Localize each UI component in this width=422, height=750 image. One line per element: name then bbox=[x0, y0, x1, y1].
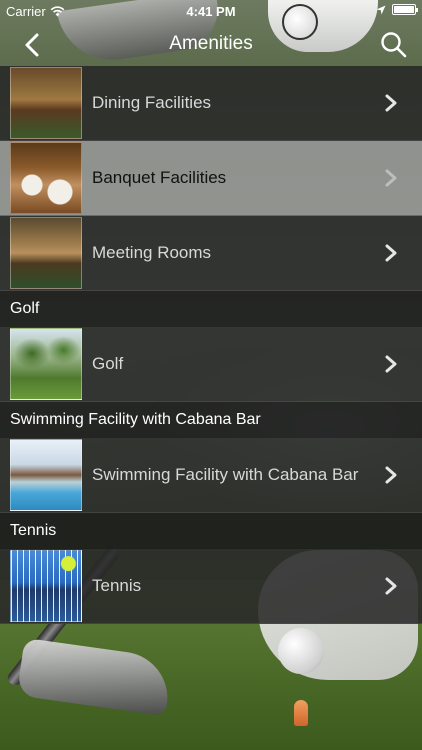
amenities-list: Dining Facilities Banquet Facilities Mee… bbox=[0, 66, 422, 624]
list-item-label: Tennis bbox=[92, 576, 142, 595]
list-item-label: Dining Facilities bbox=[92, 93, 212, 112]
status-time: 4:41 PM bbox=[186, 3, 236, 19]
section-header-swimming: Swimming Facility with Cabana Bar bbox=[0, 402, 422, 438]
location-arrow-icon bbox=[376, 5, 386, 14]
list-item-tennis[interactable]: Tennis bbox=[0, 549, 422, 624]
list-item-label: Banquet Facilities bbox=[92, 168, 227, 187]
list-item-golf[interactable]: Golf bbox=[0, 327, 422, 402]
list-item-meeting-rooms[interactable]: Meeting Rooms bbox=[0, 216, 422, 291]
chevron-right-icon bbox=[385, 94, 397, 112]
list-item-label: Golf bbox=[92, 354, 124, 373]
list-item-dining-facilities[interactable]: Dining Facilities bbox=[0, 66, 422, 141]
navigation-bar: Amenities bbox=[0, 22, 422, 66]
chevron-right-icon bbox=[385, 169, 397, 187]
status-right bbox=[376, 4, 418, 15]
page-title: Amenities bbox=[169, 33, 253, 54]
list-item-swimming-facility[interactable]: Swimming Facility with Cabana Bar bbox=[0, 438, 422, 513]
chevron-right-icon bbox=[385, 355, 397, 373]
tennis-net-thumbnail bbox=[10, 550, 82, 622]
status-bar: Carrier 4:41 PM bbox=[0, 0, 422, 22]
section-header-tennis: Tennis bbox=[0, 513, 422, 549]
chevron-right-icon bbox=[385, 244, 397, 262]
list-item-label: Swimming Facility with Cabana Bar bbox=[92, 465, 359, 484]
back-chevron-icon[interactable] bbox=[18, 30, 48, 60]
golf-course-thumbnail bbox=[10, 328, 82, 400]
list-item-label: Meeting Rooms bbox=[92, 243, 212, 262]
background-tee bbox=[294, 700, 308, 726]
list-item-banquet-facilities[interactable]: Banquet Facilities bbox=[0, 141, 422, 216]
chevron-right-icon bbox=[385, 466, 397, 484]
pool-thumbnail bbox=[10, 439, 82, 511]
battery-icon bbox=[392, 4, 418, 15]
search-icon[interactable] bbox=[378, 29, 408, 59]
background-golf-ball bbox=[278, 628, 324, 674]
chevron-right-icon bbox=[385, 577, 397, 595]
dining-room-thumbnail bbox=[10, 67, 82, 139]
meeting-room-thumbnail bbox=[10, 217, 82, 289]
banquet-hall-thumbnail bbox=[10, 142, 82, 214]
section-header-golf: Golf bbox=[0, 291, 422, 327]
